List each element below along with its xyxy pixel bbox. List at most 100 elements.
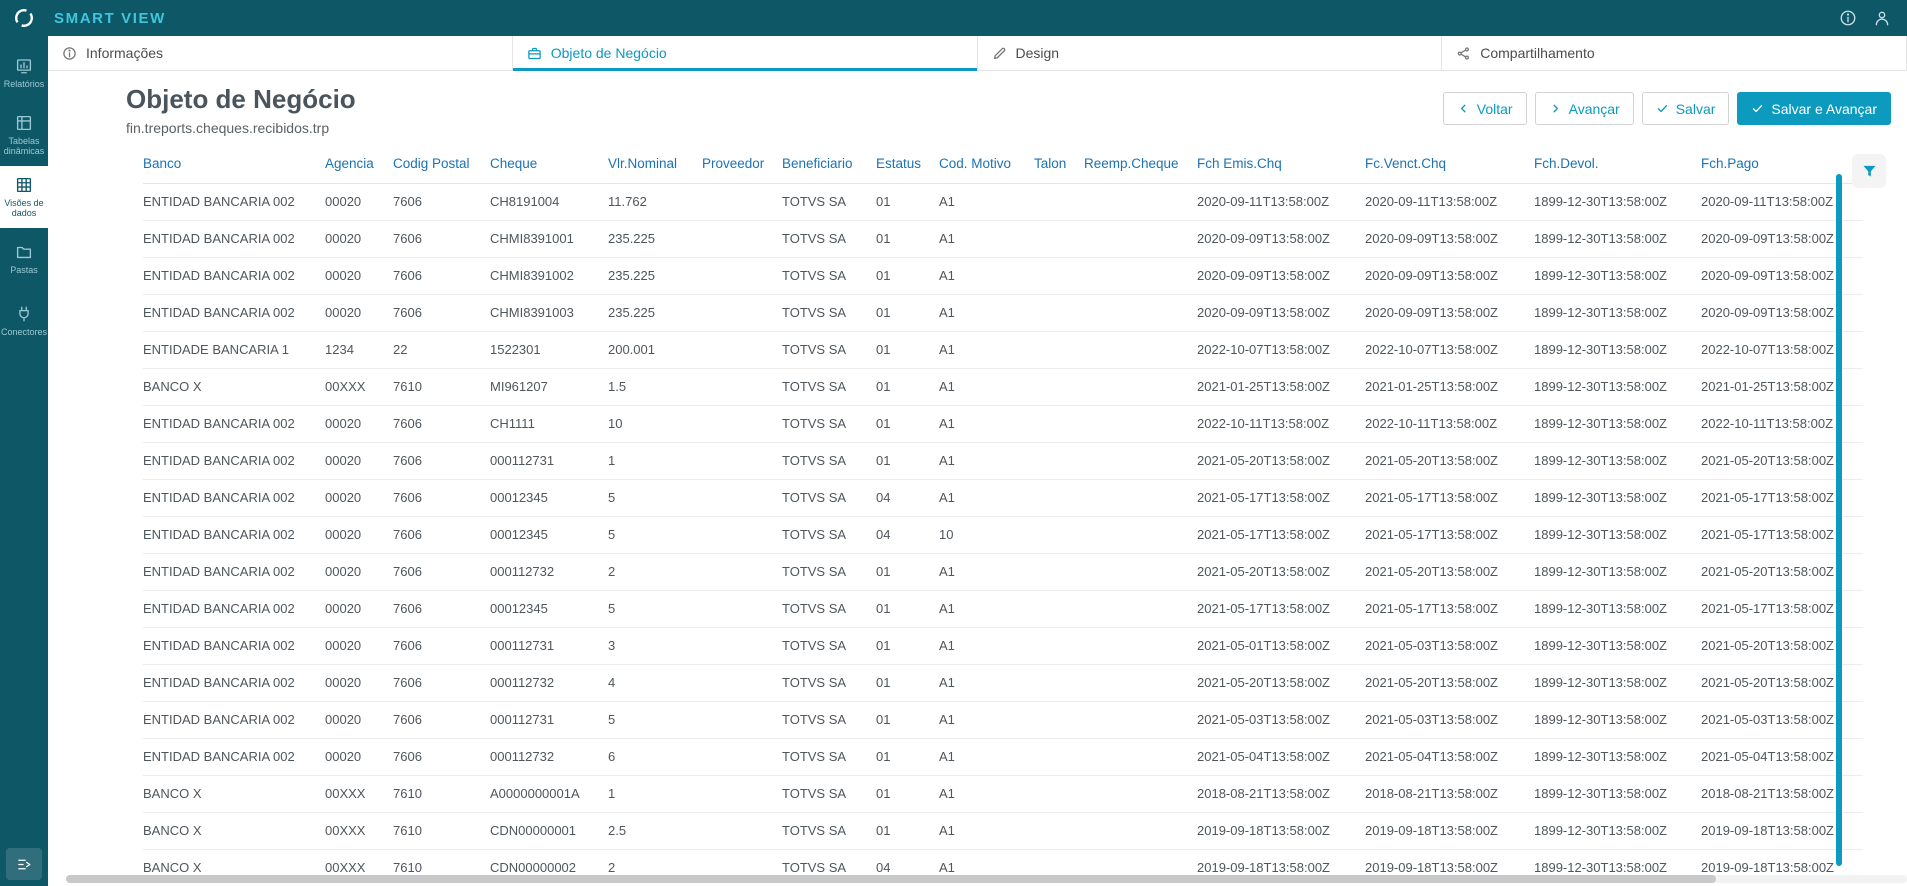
column-header-agencia[interactable]: Agencia [325, 145, 393, 184]
table-cell: 2021-05-20T13:58:00Z [1197, 442, 1365, 480]
vertical-scrollbar[interactable] [1836, 174, 1842, 866]
table-row[interactable]: ENTIDAD BANCARIA 002 00020 7606 CH1111 10 TOT… [143, 405, 1863, 443]
table-cell: 7606 [393, 664, 490, 702]
table-cell: ENTIDAD BANCARIA 002 [143, 627, 325, 665]
table-cell [1034, 627, 1084, 665]
sidebar-item-visoes-de-dados[interactable]: Visões de dados [0, 166, 48, 228]
table-cell: 7610 [393, 775, 490, 813]
expand-sidebar-button[interactable] [6, 848, 42, 880]
table-cell: A1 [939, 368, 1034, 406]
table-cell: 00020 [325, 701, 393, 739]
table-cell: 1234 [325, 331, 393, 369]
column-header-estatus[interactable]: Estatus [876, 145, 939, 184]
column-header-banco[interactable]: Banco [143, 145, 325, 184]
table-row[interactable]: ENTIDAD BANCARIA 002 00020 7606 00012345 5 TO… [143, 590, 1863, 628]
horizontal-scrollbar-thumb[interactable] [66, 875, 1716, 883]
tab-design[interactable]: Design [977, 36, 1443, 70]
table-row[interactable]: ENTIDAD BANCARIA 002 00020 7606 CHMI8391001… [143, 220, 1863, 258]
table-cell: ENTIDAD BANCARIA 002 [143, 183, 325, 221]
column-header-fch-devol-[interactable]: Fch.Devol. [1534, 145, 1701, 184]
table-row[interactable]: ENTIDAD BANCARIA 002 00020 7606 000112732 6 T… [143, 738, 1863, 776]
sidebar: Relatórios Tabelas dinâmicas Visões de d… [0, 36, 48, 886]
column-header-cod-motivo[interactable]: Cod. Motivo [939, 145, 1034, 184]
column-header-fch-emis-chq[interactable]: Fch Emis.Chq [1197, 145, 1365, 184]
avancar-button[interactable]: Avançar [1534, 92, 1634, 125]
tab-compartilhamento[interactable]: Compartilhamento [1442, 36, 1907, 70]
table-cell: 2022-10-07T13:58:00Z [1365, 331, 1534, 369]
table-cell: 2019-09-18T13:58:00Z [1365, 812, 1534, 850]
table-row[interactable]: ENTIDAD BANCARIA 002 00020 7606 CHMI8391003… [143, 294, 1863, 332]
table-row[interactable]: BANCO X 00XXX 7610 MI961207 1.5 TOTVS SA 01 A1 2… [143, 368, 1863, 406]
table-row[interactable]: ENTIDAD BANCARIA 002 00020 7606 CH8191004 11… [143, 183, 1863, 221]
column-header-fc-venct-chq[interactable]: Fc.Venct.Chq [1365, 145, 1534, 184]
tab-objeto-de-negocio[interactable]: Objeto de Negócio [512, 36, 978, 71]
column-header-beneficiario[interactable]: Beneficiario [782, 145, 876, 184]
table-cell: 2.5 [608, 812, 702, 850]
totvs-logo-icon[interactable] [0, 7, 48, 29]
salvar-button[interactable]: Salvar [1641, 92, 1730, 125]
table-cell: 2022-10-07T13:58:00Z [1197, 331, 1365, 369]
table-cell [1034, 738, 1084, 776]
table-cell: 1899-12-30T13:58:00Z [1534, 590, 1701, 628]
tab-informacoes[interactable]: Informações [48, 36, 513, 70]
sidebar-item-relatorios[interactable]: Relatórios [0, 42, 48, 104]
table-cell: 10 [939, 516, 1034, 554]
table-row[interactable]: ENTIDAD BANCARIA 002 00020 7606 000112731 1 T… [143, 442, 1863, 480]
table-cell: BANCO X [143, 368, 325, 406]
table-cell: 2021-05-20T13:58:00Z [1365, 442, 1534, 480]
table-row[interactable]: ENTIDAD BANCARIA 002 00020 7606 000112731 3 T… [143, 627, 1863, 665]
user-icon[interactable] [1873, 9, 1891, 27]
table-cell: 1899-12-30T13:58:00Z [1534, 368, 1701, 406]
table-cell [702, 442, 782, 480]
column-header-vlr-nominal[interactable]: Vlr.Nominal [608, 145, 702, 184]
table-row[interactable]: BANCO X 00XXX 7610 CDN00000001 2.5 TOTVS SA 01… [143, 812, 1863, 850]
table-row[interactable]: ENTIDAD BANCARIA 002 00020 7606 000112731 5 T… [143, 701, 1863, 739]
table-cell: 5 [608, 479, 702, 517]
table-cell [1084, 294, 1197, 332]
salvar-e-avancar-button[interactable]: Salvar e Avançar [1737, 92, 1891, 125]
table-cell: 1899-12-30T13:58:00Z [1534, 738, 1701, 776]
filter-button[interactable] [1852, 154, 1886, 188]
horizontal-scrollbar[interactable] [66, 875, 1907, 883]
column-header-reemp-cheque[interactable]: Reemp.Cheque [1084, 145, 1197, 184]
table-cell [702, 664, 782, 702]
voltar-button[interactable]: Voltar [1442, 92, 1527, 125]
column-header-codig-postal[interactable]: Codig Postal [393, 145, 490, 184]
folder-icon [15, 243, 33, 261]
table-row[interactable]: ENTIDAD BANCARIA 002 00020 7606 000112732 2 T… [143, 553, 1863, 591]
table-row[interactable]: ENTIDAD BANCARIA 002 00020 7606 CHMI8391002… [143, 257, 1863, 295]
table-cell: 1899-12-30T13:58:00Z [1534, 331, 1701, 369]
sidebar-item-conectores[interactable]: Conectores [0, 290, 48, 352]
table-cell: 01 [876, 183, 939, 221]
table-cell [1034, 220, 1084, 258]
table-cell: 2019-09-18T13:58:00Z [1197, 812, 1365, 850]
table-cell: 2 [608, 553, 702, 591]
table-cell: TOTVS SA [782, 701, 876, 739]
table-cell [1034, 331, 1084, 369]
column-header-talon[interactable]: Talon [1034, 145, 1084, 184]
info-icon[interactable] [1839, 9, 1857, 27]
table-cell [1084, 405, 1197, 443]
table-cell [702, 479, 782, 517]
table-cell: 2020-09-09T13:58:00Z [1365, 257, 1534, 295]
table-cell: 7606 [393, 183, 490, 221]
table-cell: 1899-12-30T13:58:00Z [1534, 701, 1701, 739]
table-row[interactable]: BANCO X 00XXX 7610 A0000000001A 1 TOTVS SA 01 A… [143, 775, 1863, 813]
table-cell [1084, 553, 1197, 591]
table-cell: 2022-10-11T13:58:00Z [1197, 405, 1365, 443]
table-cell: 2018-08-21T13:58:00Z [1197, 775, 1365, 813]
table-cell: 01 [876, 812, 939, 850]
sidebar-item-pastas[interactable]: Pastas [0, 228, 48, 290]
table-row[interactable]: ENTIDADE BANCARIA 1 1234 22 1522301 200.001 T… [143, 331, 1863, 369]
table-cell: A1 [939, 664, 1034, 702]
table-cell: 1899-12-30T13:58:00Z [1534, 405, 1701, 443]
table-row[interactable]: ENTIDAD BANCARIA 002 00020 7606 00012345 5 TO… [143, 516, 1863, 554]
column-header-cheque[interactable]: Cheque [490, 145, 608, 184]
column-header-proveedor[interactable]: Proveedor [702, 145, 782, 184]
table-row[interactable]: ENTIDAD BANCARIA 002 00020 7606 000112732 4 T… [143, 664, 1863, 702]
table-cell [1034, 479, 1084, 517]
table-cell: 7606 [393, 442, 490, 480]
table-row[interactable]: ENTIDAD BANCARIA 002 00020 7606 00012345 5 TO… [143, 479, 1863, 517]
table-cell: ENTIDAD BANCARIA 002 [143, 479, 325, 517]
sidebar-item-tabelas-dinamicas[interactable]: Tabelas dinâmicas [0, 104, 48, 166]
